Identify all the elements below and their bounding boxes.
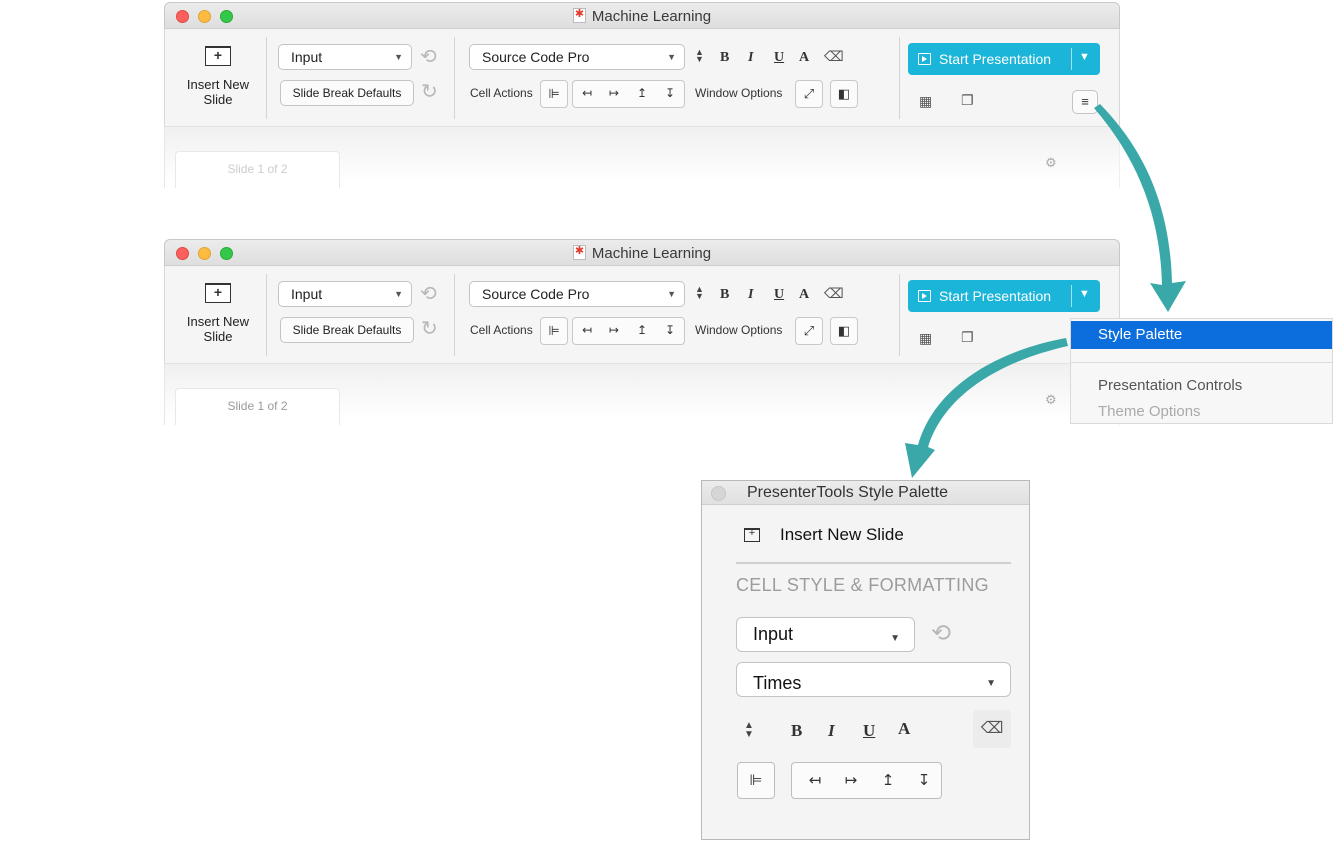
- callout-arrow-to-palette: [905, 338, 1068, 478]
- cell-style-section-heading: CELL STYLE & FORMATTING: [736, 575, 989, 595]
- palette-text-color-button[interactable]: A: [898, 719, 910, 739]
- palette-divider: [736, 562, 1011, 564]
- callout-arrow-to-menu: [1094, 104, 1186, 312]
- eraser-icon[interactable]: ⌫: [973, 710, 1011, 748]
- callout-arrows: [905, 104, 1186, 478]
- insert-slide-icon: [744, 527, 760, 542]
- close-palette-button[interactable]: [711, 486, 726, 501]
- restyle-icon[interactable]: ⟲: [931, 619, 951, 648]
- move-up-icon[interactable]: ↥: [876, 771, 900, 789]
- palette-font-value: Times: [753, 673, 802, 693]
- palette-cell-style-value: Input: [753, 624, 794, 644]
- palette-italic-button[interactable]: I: [828, 721, 835, 741]
- palette-font-dropdown[interactable]: Times ▼: [736, 662, 1011, 697]
- chevron-down-icon: ▼: [986, 677, 996, 689]
- palette-cell-move-group: ↤ ↦ ↥ ↧: [791, 762, 942, 799]
- palette-cell-style-dropdown[interactable]: Input ▼: [736, 617, 915, 652]
- chevron-down-icon: ▼: [890, 632, 900, 644]
- font-size-stepper-icon[interactable]: ▲ ▼: [744, 721, 754, 740]
- move-left-icon[interactable]: ↤: [803, 771, 827, 789]
- move-down-icon[interactable]: ↧: [912, 771, 936, 789]
- palette-title-bar[interactable]: PresenterTools Style Palette: [702, 481, 1029, 505]
- style-palette-window: PresenterTools Style Palette Insert New …: [701, 480, 1030, 840]
- align-left-icon[interactable]: ⊫: [737, 762, 775, 799]
- palette-insert-new-slide-label: Insert New Slide: [780, 525, 904, 544]
- palette-bold-button[interactable]: B: [791, 721, 802, 741]
- move-right-icon[interactable]: ↦: [839, 771, 863, 789]
- palette-underline-button[interactable]: U: [863, 721, 875, 741]
- palette-title: PresenterTools Style Palette: [747, 484, 948, 501]
